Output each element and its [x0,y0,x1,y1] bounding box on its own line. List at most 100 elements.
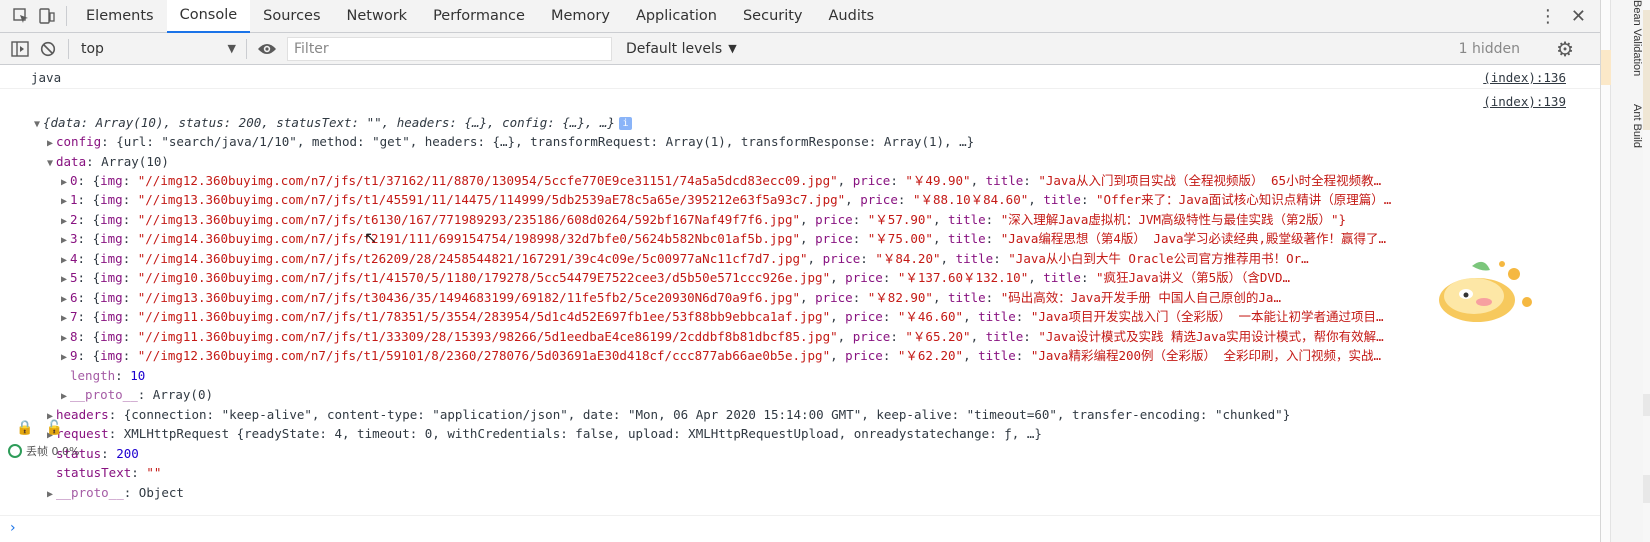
item-index: 4 [70,250,78,266]
divider [68,38,69,59]
source-link[interactable]: (index):139 [1483,94,1566,109]
tab-sources[interactable]: Sources [250,0,333,33]
punctuation: , [800,231,816,247]
collapse-triangle-icon[interactable]: ▶ [58,290,70,308]
close-icon[interactable]: ✕ [1571,6,1586,27]
clear-console-icon[interactable] [34,35,62,63]
gear-icon[interactable]: ⚙ [1556,33,1574,65]
object-property-proto-object[interactable]: ▶ __proto__: Object [44,483,1614,503]
tab-network[interactable]: Network [334,0,421,33]
filter-input[interactable]: Filter [287,36,612,61]
collapse-triangle-icon[interactable]: ▶ [44,134,56,152]
toggle-sidebar-icon[interactable] [6,35,34,63]
expand-triangle-icon[interactable]: ▼ [44,154,56,172]
punctuation: : [122,270,138,286]
inspect-element-icon[interactable] [8,3,34,29]
array-item-row[interactable]: ▶ 4: {img: "//img14.360buyimg.com/n7/jfs/… [58,249,1628,269]
price-value: "￥49.90" [905,173,971,188]
tab-performance[interactable]: Performance [420,0,538,33]
punctuation: : [122,328,138,344]
punctuation: : [1080,270,1096,286]
tab-bar: Elements Console Sources Network Perform… [0,0,1600,33]
tab-security[interactable]: Security [730,0,816,33]
punctuation: , [963,347,979,363]
info-icon: i [618,117,632,130]
scroll-marker [1643,394,1650,416]
array-item-row[interactable]: ▶ 7: {img: "//img11.360buyimg.com/n7/jfs/… [58,307,1628,327]
array-item-row[interactable]: ▶ 5: {img: "//img10.360buyimg.com/n7/jfs/… [58,268,1628,288]
collapse-triangle-icon[interactable]: ▶ [44,485,56,503]
array-item-row[interactable]: ▶ 3: {img: "//img14.360buyimg.com/n7/jfs/… [58,229,1628,249]
collapse-triangle-icon[interactable]: ▶ [58,329,70,347]
property-key: title [985,328,1024,344]
array-item-row[interactable]: ▶ 2: {img: "//img13.360buyimg.com/n7/jfs/… [58,210,1628,230]
tab-console[interactable]: Console [166,0,251,33]
punctuation: , [800,211,816,227]
price-value: "￥62.20" [897,347,964,363]
unlock-icon[interactable]: 🔓 [45,420,62,436]
context-select[interactable]: top ▼ [75,37,240,61]
console-prompt[interactable]: › [0,515,1600,542]
object-property-headers[interactable]: ▶ headers: {connection: "keep-alive", con… [44,405,1614,425]
img-value: "//img10.360buyimg.com/n7/jfs/t1/41570/5… [137,270,831,286]
price-value: "￥46.60" [897,309,964,325]
punctuation: : [122,347,138,363]
punctuation: : [985,211,1001,227]
property-key: request [56,426,109,441]
punctuation: : [122,211,138,227]
collapse-triangle-icon[interactable]: ▶ [58,348,70,366]
object-property-request[interactable]: ▶ request: XMLHttpRequest {readyState: 4,… [44,424,1614,444]
img-value: "//img14.360buyimg.com/n7/jfs/t2191/111/… [137,231,801,247]
collapse-triangle-icon[interactable]: ▶ [58,309,70,327]
collapse-triangle-icon[interactable]: ▶ [58,212,70,230]
collapse-triangle-icon[interactable]: ▶ [58,387,70,405]
punctuation: : [122,231,138,247]
property-key: __proto__ [70,387,138,402]
collapse-triangle-icon[interactable]: ▶ [58,251,70,269]
sidebar-tab-bean-validation[interactable]: Bean Validation [1631,0,1643,76]
array-item-row[interactable]: ▶ 0: {img: "//img12.360buyimg.com/n7/jfs/… [58,171,1628,191]
punctuation: , [800,289,816,305]
ide-right-sidebar: Bean Validation Ant Build [1600,0,1650,542]
title-value: "码出高效：Java开发手册 中国人自己原创的Ja… [1000,289,1281,305]
object-property-data[interactable]: ▼ data: Array(10) [44,152,1614,172]
img-value: "//img13.360buyimg.com/n7/jfs/t1/45591/1… [137,192,846,208]
collapse-triangle-icon[interactable]: ▶ [58,270,70,288]
punctuation: , [845,192,861,208]
lock-icon[interactable]: 🔒 [16,420,33,436]
array-item-row[interactable]: ▶ 1: {img: "//img13.360buyimg.com/n7/jfs/… [58,190,1628,210]
property-key: img [100,192,123,208]
source-link[interactable]: (index):136 [1483,70,1566,85]
device-toolbar-icon[interactable] [34,3,60,29]
tab-audits[interactable]: Audits [816,0,888,33]
tab-application[interactable]: Application [623,0,730,33]
property-key: title [985,173,1024,188]
log-text: java [31,70,62,85]
object-summary: {data: Array(10), status: 200, statusTex… [43,115,615,130]
array-item-row[interactable]: ▶ 8: {img: "//img11.360buyimg.com/n7/jfs/… [58,327,1628,347]
object-root[interactable]: ▼ {data: Array(10), status: 200, statusTe… [31,113,1601,133]
sidebar-tab-ant-build[interactable]: Ant Build [1631,104,1643,148]
array-item-row[interactable]: ▶ 9: {img: "//img12.360buyimg.com/n7/jfs/… [58,346,1628,366]
property-key: img [100,270,123,286]
scroll-marker [1643,10,1650,130]
expand-triangle-icon[interactable]: ▼ [31,115,43,133]
log-levels-dropdown[interactable]: Default levels ▼ [626,41,737,57]
object-property-proto[interactable]: ▶ __proto__: Array(0) [58,385,1628,405]
object-property-config[interactable]: ▶ config: {url: "search/java/1/10", metho… [44,132,1614,152]
item-index: 2 [70,211,78,227]
punctuation: , [1028,192,1044,208]
collapse-triangle-icon[interactable]: ▶ [58,192,70,210]
more-vertical-icon[interactable]: ⋮ [1539,6,1557,27]
tab-elements[interactable]: Elements [73,0,167,33]
property-key: config [56,134,102,149]
property-key: img [100,231,123,247]
property-value: 10 [130,367,146,383]
array-item-row[interactable]: ▶ 6: {img: "//img13.360buyimg.com/n7/jfs/… [58,288,1628,308]
live-expression-icon[interactable] [253,35,281,63]
property-key: title [948,231,986,247]
img-value: "//img11.360buyimg.com/n7/jfs/t1/33309/2… [137,328,838,344]
collapse-triangle-icon[interactable]: ▶ [58,173,70,191]
collapse-triangle-icon[interactable]: ▶ [58,231,70,249]
tab-memory[interactable]: Memory [538,0,623,33]
